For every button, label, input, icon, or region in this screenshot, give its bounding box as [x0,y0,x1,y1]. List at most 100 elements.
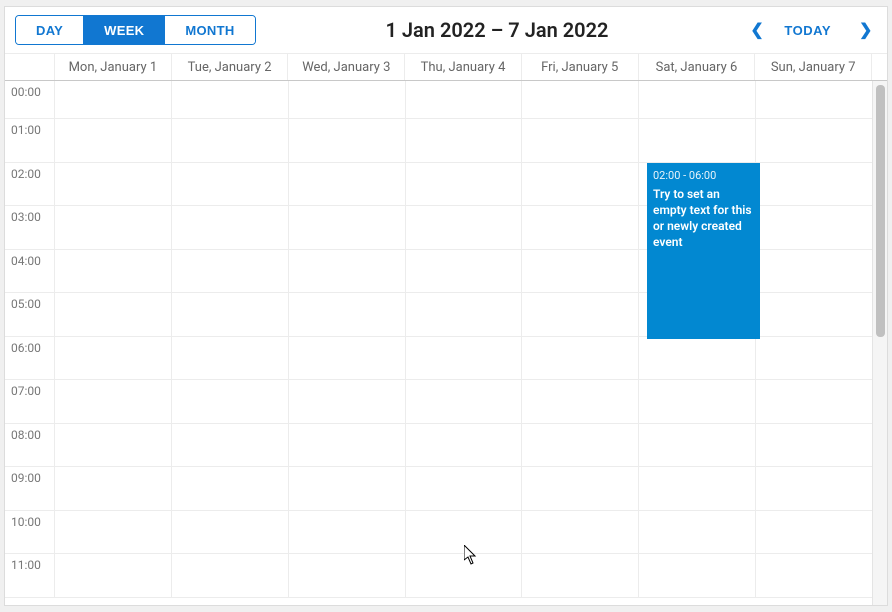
day-cell[interactable] [756,467,872,510]
day-cell[interactable] [522,250,639,293]
day-cell[interactable] [522,163,639,206]
day-cell[interactable] [406,119,523,162]
day-cell[interactable] [756,163,872,206]
day-cell[interactable] [756,337,872,380]
hour-row[interactable]: 11:00 [5,554,872,598]
day-cell[interactable] [406,81,523,118]
day-cell[interactable] [522,81,639,118]
hour-row[interactable]: 07:00 [5,380,872,424]
day-cell[interactable] [756,119,872,162]
day-cell[interactable] [289,554,406,597]
day-cell[interactable] [289,81,406,118]
day-cell[interactable] [522,380,639,423]
day-header-fri[interactable]: Fri, January 5 [522,54,639,80]
day-cell[interactable] [172,380,289,423]
hour-row[interactable]: 10:00 [5,511,872,555]
next-button[interactable]: ❯ [847,14,877,46]
day-cell[interactable] [522,467,639,510]
day-cell[interactable] [639,380,756,423]
day-cell[interactable] [289,511,406,554]
view-month-button[interactable]: MONTH [164,16,254,44]
day-cell[interactable] [639,424,756,467]
vertical-scrollbar[interactable] [872,81,887,605]
day-cell[interactable] [55,206,172,249]
day-cell[interactable] [756,424,872,467]
day-cell[interactable] [55,163,172,206]
day-cell[interactable] [756,206,872,249]
today-button[interactable]: TODAY [772,17,843,44]
day-cell[interactable] [406,554,523,597]
day-cell[interactable] [639,81,756,118]
day-cell[interactable] [172,293,289,336]
day-cell[interactable] [55,81,172,118]
day-cell[interactable] [172,554,289,597]
day-cell[interactable] [289,293,406,336]
day-cell[interactable] [172,206,289,249]
day-cell[interactable] [522,293,639,336]
day-cell[interactable] [289,163,406,206]
day-cell[interactable] [289,206,406,249]
day-cell[interactable] [172,81,289,118]
day-cell[interactable] [172,119,289,162]
day-cell[interactable] [172,424,289,467]
grid-rows[interactable]: 00:0001:0002:0003:0004:0005:0006:0007:00… [5,81,872,605]
day-header-thu[interactable]: Thu, January 4 [405,54,522,80]
view-week-button[interactable]: WEEK [83,16,164,44]
day-cell[interactable] [55,337,172,380]
day-cell[interactable] [756,511,872,554]
day-cell[interactable] [55,250,172,293]
day-cell[interactable] [639,337,756,380]
day-cell[interactable] [406,511,523,554]
view-day-button[interactable]: DAY [16,16,83,44]
day-cell[interactable] [172,467,289,510]
day-cell[interactable] [522,337,639,380]
day-cell[interactable] [639,511,756,554]
day-cell[interactable] [172,163,289,206]
day-cell[interactable] [522,119,639,162]
day-cell[interactable] [406,293,523,336]
day-cell[interactable] [55,380,172,423]
day-cell[interactable] [289,424,406,467]
day-cell[interactable] [522,206,639,249]
day-cell[interactable] [756,293,872,336]
hour-row[interactable]: 01:00 [5,119,872,163]
day-cell[interactable] [172,337,289,380]
day-cell[interactable] [756,250,872,293]
day-cell[interactable] [406,467,523,510]
day-cell[interactable] [522,511,639,554]
calendar-event[interactable]: 02:00 - 06:00 Try to set an empty text f… [647,163,760,339]
hour-row[interactable]: 08:00 [5,424,872,468]
day-header-tue[interactable]: Tue, January 2 [172,54,289,80]
day-cell[interactable] [406,424,523,467]
day-cell[interactable] [756,380,872,423]
day-cell[interactable] [522,554,639,597]
day-cell[interactable] [289,250,406,293]
prev-button[interactable]: ❮ [738,14,768,46]
day-cell[interactable] [289,467,406,510]
day-cell[interactable] [55,119,172,162]
day-header-sun[interactable]: Sun, January 7 [755,54,872,80]
day-cell[interactable] [639,554,756,597]
day-cell[interactable] [406,163,523,206]
day-cell[interactable] [55,424,172,467]
scrollbar-thumb[interactable] [876,85,885,337]
day-cell[interactable] [639,467,756,510]
day-cell[interactable] [289,119,406,162]
day-cell[interactable] [55,511,172,554]
day-header-mon[interactable]: Mon, January 1 [55,54,172,80]
day-header-wed[interactable]: Wed, January 3 [288,54,405,80]
hour-row[interactable]: 06:00 [5,337,872,381]
day-cell[interactable] [289,337,406,380]
hour-row[interactable]: 00:00 [5,81,872,119]
day-cell[interactable] [55,467,172,510]
hour-row[interactable]: 09:00 [5,467,872,511]
day-cell[interactable] [639,119,756,162]
day-cell[interactable] [756,554,872,597]
day-cell[interactable] [289,380,406,423]
day-cell[interactable] [172,511,289,554]
day-cell[interactable] [55,554,172,597]
day-cell[interactable] [172,250,289,293]
day-cell[interactable] [55,293,172,336]
day-cell[interactable] [406,380,523,423]
day-cell[interactable] [406,206,523,249]
